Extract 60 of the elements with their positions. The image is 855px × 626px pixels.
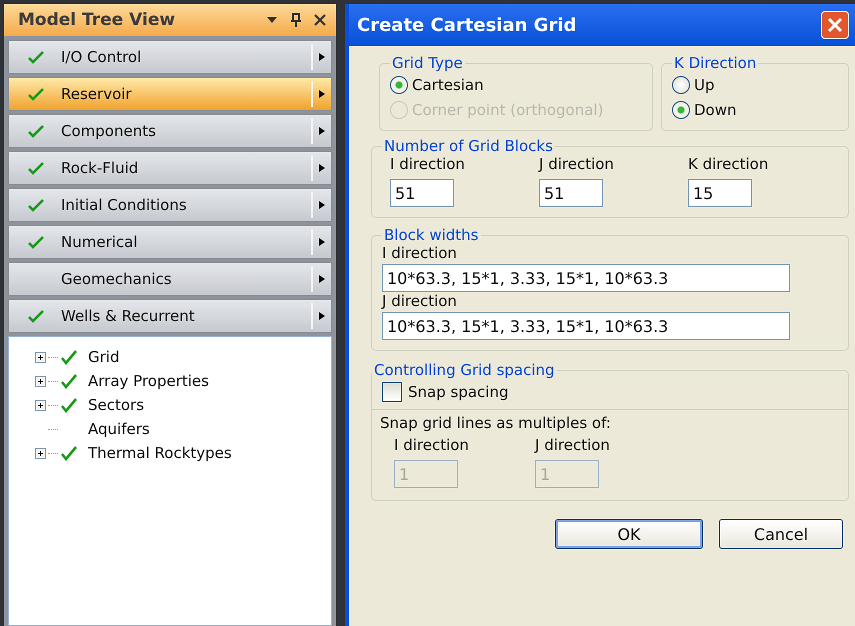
radio-label: Cartesian [412, 76, 484, 94]
section-button[interactable]: Rock-Fluid [8, 151, 332, 185]
tree-item[interactable]: Grid [88, 348, 120, 366]
group-label: K Direction [673, 54, 758, 72]
dropdown-icon[interactable] [266, 16, 278, 24]
tree-item[interactable]: Array Properties [88, 372, 209, 390]
arrow-icon [318, 163, 326, 173]
arrow-icon [318, 126, 326, 136]
field-label: J direction [539, 155, 615, 173]
expand-icon[interactable] [35, 400, 46, 410]
section-button[interactable]: Wells & Recurrent [8, 299, 332, 333]
group-label: Block widths [383, 226, 480, 244]
arrow-icon [318, 52, 326, 62]
input-field[interactable]: 51 [539, 179, 603, 207]
close-button[interactable] [821, 11, 849, 39]
input-field[interactable]: 51 [390, 179, 454, 207]
group-label: Snap grid lines as multiples of: [380, 414, 611, 432]
input-field[interactable]: 10*63.3, 15*1, 3.33, 15*1, 10*63.3 [382, 264, 790, 292]
dialog-button[interactable]: OK [555, 519, 703, 549]
group-label: Grid Type [391, 54, 464, 72]
dialog-title: Create Cartesian Grid [357, 14, 576, 36]
group-label: Controlling Grid spacing [373, 361, 556, 379]
section-button[interactable]: Geomechanics [8, 262, 332, 296]
radio-label: Down [694, 100, 737, 118]
field-label: I direction [382, 244, 458, 262]
arrow-icon [318, 200, 326, 210]
radio-label: Up [694, 76, 715, 94]
arrow-icon [318, 274, 326, 284]
checkbox[interactable] [382, 382, 402, 402]
field-label: I direction [394, 436, 470, 454]
radio-button[interactable] [672, 100, 690, 118]
group-label: Number of Grid Blocks [383, 137, 554, 155]
panel-title: Model Tree View [18, 10, 176, 30]
field-label: J direction [382, 292, 458, 310]
field-label: K direction [688, 155, 770, 173]
close-icon [827, 17, 843, 33]
arrow-icon [318, 237, 326, 247]
section-button[interactable]: Initial Conditions [8, 188, 332, 222]
arrow-icon [318, 311, 326, 321]
checkbox-label: Snap spacing [408, 383, 508, 401]
pin-icon[interactable] [290, 13, 302, 27]
section-button[interactable]: Numerical [8, 225, 332, 259]
expand-icon[interactable] [35, 448, 46, 458]
expand-icon[interactable] [35, 352, 46, 362]
section-button[interactable]: Reservoir [8, 77, 332, 111]
section-button[interactable]: Components [8, 114, 332, 148]
tree-item[interactable]: Thermal Rocktypes [88, 444, 232, 462]
radio-button[interactable] [390, 76, 408, 94]
expand-icon[interactable] [35, 376, 46, 386]
field-label: I direction [390, 155, 466, 173]
field-label: J direction [535, 436, 611, 454]
close-icon[interactable] [314, 14, 326, 26]
arrow-icon [318, 89, 326, 99]
input-field[interactable]: 10*63.3, 15*1, 3.33, 15*1, 10*63.3 [382, 312, 790, 340]
section-button[interactable]: I/O Control [8, 40, 332, 74]
dialog-button[interactable]: Cancel [719, 519, 843, 549]
radio-button[interactable] [672, 76, 690, 94]
tree-item[interactable]: Aquifers [88, 420, 150, 438]
input-field[interactable]: 15 [688, 179, 752, 207]
tree-item[interactable]: Sectors [88, 396, 144, 414]
